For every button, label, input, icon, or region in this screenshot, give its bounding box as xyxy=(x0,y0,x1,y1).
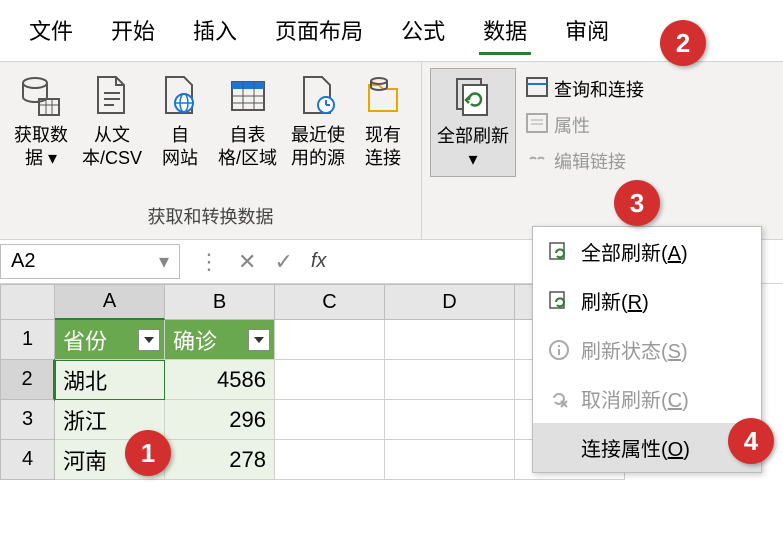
cell-a2[interactable]: 湖北 xyxy=(55,360,165,400)
ribbon-group-get-transform: 获取数 据 ▾ 从文 本/CSV 自 网站 自表 格/区域 xyxy=(0,62,422,239)
column-header-c[interactable]: C xyxy=(275,284,385,320)
menu-connection-properties[interactable]: 连接属性(O) xyxy=(533,423,761,472)
tab-home[interactable]: 开始 xyxy=(107,8,159,55)
folder-db-icon xyxy=(359,72,407,120)
cell[interactable] xyxy=(385,360,515,400)
fx-button[interactable]: fx xyxy=(311,250,327,273)
cell[interactable] xyxy=(385,400,515,440)
select-all-corner[interactable] xyxy=(0,284,55,320)
column-header-d[interactable]: D xyxy=(385,284,515,320)
link-icon xyxy=(526,149,548,174)
refresh-all-icon xyxy=(449,73,497,121)
cell-b2[interactable]: 4586 xyxy=(165,360,275,400)
cancel-icon[interactable]: ✕ xyxy=(238,249,256,275)
menu-refresh-all[interactable]: 全部刷新(A) xyxy=(533,227,761,276)
filter-button[interactable] xyxy=(248,329,270,351)
callout-badge-4: 4 xyxy=(728,418,774,464)
cell[interactable] xyxy=(275,360,385,400)
cell-b4[interactable]: 278 xyxy=(165,440,275,480)
properties-icon xyxy=(526,113,548,138)
table-header-province[interactable]: 省份 xyxy=(55,320,165,360)
queries-connections-button[interactable]: 查询和连接 xyxy=(522,74,648,104)
tab-insert[interactable]: 插入 xyxy=(189,8,241,55)
refresh-all-button[interactable]: 全部刷新 ▾ xyxy=(430,68,516,177)
globe-icon xyxy=(156,72,204,120)
cell[interactable] xyxy=(385,320,515,360)
tab-layout[interactable]: 页面布局 xyxy=(271,8,367,55)
expand-icon[interactable]: ⋮ xyxy=(198,249,220,275)
edit-links-button[interactable]: 编辑链接 xyxy=(522,146,648,176)
database-icon xyxy=(17,72,65,120)
cell[interactable] xyxy=(275,440,385,480)
properties-button[interactable]: 属性 xyxy=(522,110,648,140)
row-header-3[interactable]: 3 xyxy=(0,400,55,440)
row-header-1[interactable]: 1 xyxy=(0,320,55,360)
callout-badge-2: 2 xyxy=(660,20,706,66)
enter-icon[interactable]: ✓ xyxy=(274,249,292,275)
cancel-refresh-icon xyxy=(547,387,571,411)
file-clock-icon xyxy=(294,72,342,120)
callout-badge-1: 1 xyxy=(125,430,171,476)
ribbon-group-label: 获取和转换数据 xyxy=(144,199,278,233)
from-web-button[interactable]: 自 网站 xyxy=(150,68,210,175)
menu-refresh[interactable]: 刷新(R) xyxy=(533,276,761,325)
filter-button[interactable] xyxy=(138,329,160,351)
tab-file[interactable]: 文件 xyxy=(25,8,77,55)
cell[interactable] xyxy=(275,400,385,440)
name-box[interactable]: A2 ▾ xyxy=(0,244,180,279)
column-header-a[interactable]: A xyxy=(55,284,165,320)
tab-review[interactable]: 审阅 xyxy=(561,8,613,55)
file-text-icon xyxy=(88,72,136,120)
row-header-4[interactable]: 4 xyxy=(0,440,55,480)
row-header-2[interactable]: 2 xyxy=(0,360,55,400)
column-header-b[interactable]: B xyxy=(165,284,275,320)
existing-connections-button[interactable]: 现有 连接 xyxy=(353,68,413,175)
from-table-button[interactable]: 自表 格/区域 xyxy=(212,68,283,175)
table-header-confirmed[interactable]: 确诊 xyxy=(165,320,275,360)
cell-b3[interactable]: 296 xyxy=(165,400,275,440)
queries-icon xyxy=(526,77,548,102)
recent-sources-button[interactable]: 最近使 用的源 xyxy=(285,68,351,175)
callout-badge-3: 3 xyxy=(614,180,660,226)
menu-refresh-status[interactable]: 刷新状态(S) xyxy=(533,325,761,374)
refresh-all-icon xyxy=(547,240,571,264)
ribbon-content: 获取数 据 ▾ 从文 本/CSV 自 网站 自表 格/区域 xyxy=(0,62,783,240)
refresh-icon xyxy=(547,289,571,313)
blank-icon xyxy=(547,436,571,460)
tab-formulas[interactable]: 公式 xyxy=(397,8,449,55)
info-icon xyxy=(547,338,571,362)
get-data-button[interactable]: 获取数 据 ▾ xyxy=(8,68,74,175)
tab-data[interactable]: 数据 xyxy=(479,8,531,55)
from-csv-button[interactable]: 从文 本/CSV xyxy=(76,68,148,175)
cell[interactable] xyxy=(385,440,515,480)
cell[interactable] xyxy=(275,320,385,360)
chevron-down-icon: ▾ xyxy=(159,249,169,274)
table-icon xyxy=(224,72,272,120)
menu-cancel-refresh[interactable]: 取消刷新(C) xyxy=(533,374,761,423)
